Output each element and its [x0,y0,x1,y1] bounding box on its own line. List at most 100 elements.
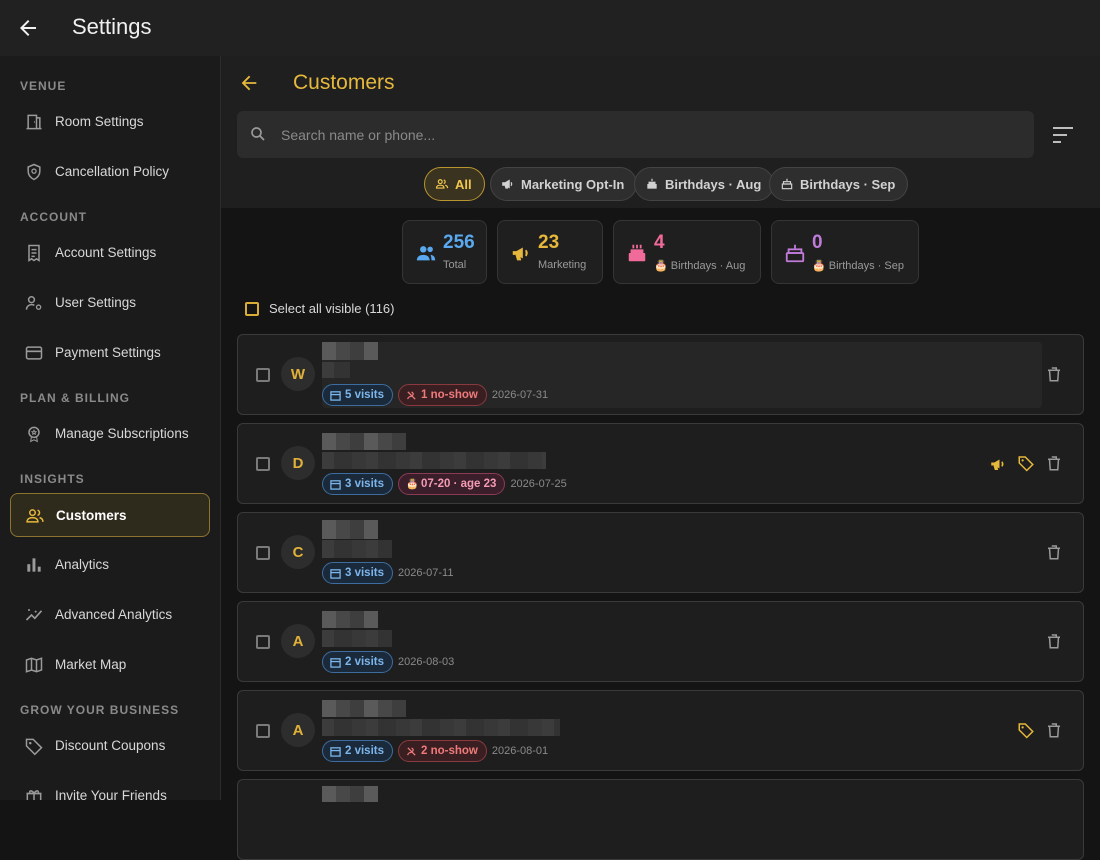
user-gear-icon [25,296,42,310]
visits-badge: 2 visits [322,740,393,762]
stat-value: 256 [443,232,475,253]
customer-row[interactable]: A 2 visits 2026-08-03 [237,601,1084,682]
stat-label: 🎂 Birthdays · Aug [654,260,746,272]
noshow-badge: 1 no-show [398,384,487,406]
trash-icon[interactable] [1045,543,1063,561]
customers-header: Customers All Marketing Opt-In Birthdays… [221,56,1100,208]
last-visit-date: 2026-07-25 [510,478,567,490]
back-arrow-icon[interactable] [16,16,40,40]
select-all-checkbox[interactable] [245,301,259,316]
bar-chart-icon [27,558,41,572]
noshow-count: 2 no-show [421,745,478,757]
redacted-email [322,452,546,469]
stat-value: 4 [654,232,665,253]
visits-badge: 3 visits [322,473,393,495]
filter-chip-all[interactable]: All [424,167,485,201]
avatar: A [281,713,315,747]
main-panel: Customers All Marketing Opt-In Birthdays… [221,56,1100,860]
filter-chip-birthdays-sep[interactable]: Birthdays · Sep [769,167,909,201]
sidebar-item-label: Room Settings [55,114,144,129]
select-all-label: Select all visible (116) [269,301,395,316]
people-icon [435,179,449,189]
back-arrow-icon[interactable] [238,72,260,94]
redacted-name [322,342,378,360]
search-input[interactable] [281,111,1021,158]
trash-icon[interactable] [1045,721,1063,739]
stat-label: Total [443,259,467,271]
redacted-name [322,520,378,539]
calendar-icon [330,479,341,490]
sidebar-item-customers[interactable]: Customers [10,493,210,537]
people-icon [416,246,436,261]
trash-icon[interactable] [1045,632,1063,650]
sidebar-item-label: Account Settings [55,245,157,260]
customer-row[interactable]: C 3 visits 2026-07-11 [237,512,1084,593]
visits-badge: 3 visits [322,562,393,584]
filter-chip-birthdays-aug[interactable]: Birthdays · Aug [634,167,775,201]
person-off-icon [407,746,416,756]
sidebar-item-label: Manage Subscriptions [55,426,189,441]
sidebar-item-cancellation-policy[interactable]: Cancellation Policy [10,150,210,194]
last-visit-date: 2026-07-11 [398,567,454,579]
sidebar-item-analytics[interactable]: Analytics [10,543,210,587]
calendar-icon [330,390,341,401]
row-checkbox[interactable] [256,546,270,560]
avatar: A [281,624,315,658]
redacted-phone [322,630,392,647]
avatar: W [281,357,315,391]
customer-meta: 3 visits 🎂 07-20 · age 23 2026-07-25 [322,473,567,495]
sidebar-item-discount-coupons[interactable]: Discount Coupons [10,724,210,768]
customer-row[interactable]: A 2 visits 2 no-show 2026-08-01 [237,690,1084,771]
visits-count: 3 visits [345,478,384,490]
section-grow: GROW YOUR BUSINESS [20,703,180,717]
sidebar-item-user-settings[interactable]: User Settings [10,281,210,325]
visits-count: 3 visits [345,567,384,579]
row-checkbox[interactable] [256,724,270,738]
trash-icon[interactable] [1045,365,1063,383]
credit-card-icon [25,346,43,360]
visits-count: 2 visits [345,745,384,757]
visits-badge: 5 visits [322,384,393,406]
person-off-icon [407,390,416,400]
customer-row[interactable] [237,779,1084,860]
cake-icon [781,178,793,190]
section-account: ACCOUNT [20,210,87,224]
last-visit-date: 2026-08-03 [398,656,455,668]
sidebar: VENUE Room Settings Cancellation Policy … [0,56,221,800]
noshow-count: 1 no-show [421,389,478,401]
row-checkbox[interactable] [256,635,270,649]
sidebar-item-label: Payment Settings [55,345,161,360]
stat-value: 0 [812,232,823,253]
redacted-name [322,611,378,628]
sidebar-item-payment-settings[interactable]: Payment Settings [10,331,210,375]
sidebar-item-market-map[interactable]: Market Map [10,643,210,687]
people-icon [26,509,44,523]
cake-icon [628,244,646,262]
tag-icon[interactable] [1017,721,1035,739]
calendar-icon [330,746,341,757]
sort-icon[interactable] [1051,124,1075,146]
select-all-row[interactable]: Select all visible (116) [245,301,394,316]
sidebar-item-room-settings[interactable]: Room Settings [10,100,210,144]
trash-icon[interactable] [1045,454,1063,472]
sidebar-item-label: Market Map [55,657,127,672]
row-checkbox[interactable] [256,457,270,471]
megaphone-icon [502,179,513,189]
cake-icon [785,244,805,263]
customer-meta: 2 visits 2 no-show 2026-08-01 [322,740,548,762]
filter-chip-label: Birthdays · Aug [665,176,762,192]
filter-chip-marketing[interactable]: Marketing Opt-In [490,167,638,201]
last-visit-date: 2026-07-31 [491,389,549,401]
customer-row[interactable]: W 5 visits 1 no-show 2026-07-31 [237,334,1084,415]
sidebar-item-account-settings[interactable]: Account Settings [10,231,210,275]
sidebar-item-advanced-analytics[interactable]: Advanced Analytics [10,593,210,637]
award-icon [28,426,40,443]
megaphone-icon [512,247,528,261]
sidebar-item-label: Advanced Analytics [55,607,173,622]
map-icon [25,657,43,673]
row-checkbox[interactable] [256,368,270,382]
customer-row[interactable]: D 3 visits 🎂 07-20 · age 23 2026-07-25 [237,423,1084,504]
sidebar-item-manage-subscriptions[interactable]: Manage Subscriptions [10,412,210,456]
tag-icon[interactable] [1017,454,1035,472]
sidebar-item-invite-friends[interactable]: Invite Your Friends [10,774,210,800]
